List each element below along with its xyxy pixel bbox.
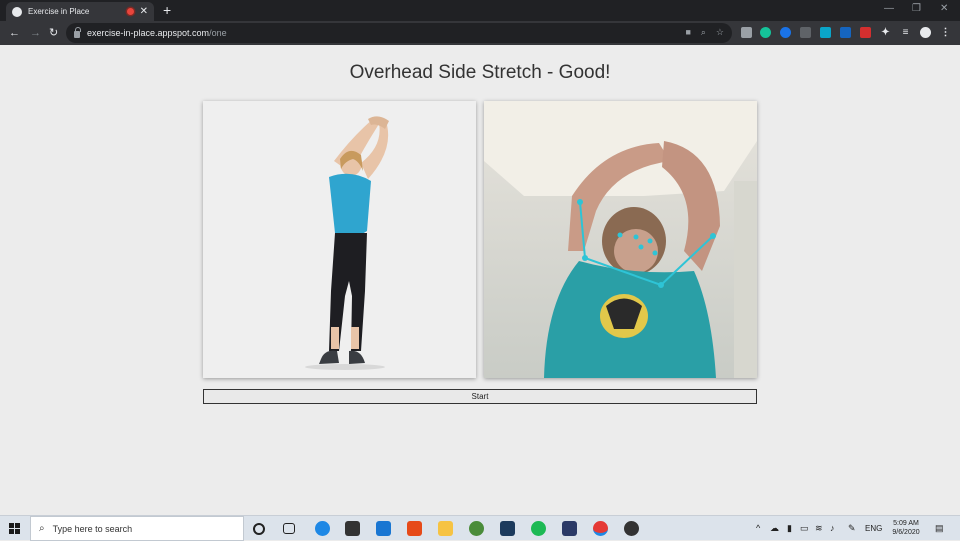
ext-icon[interactable] — [840, 27, 851, 38]
store-icon[interactable] — [345, 521, 360, 536]
globe-icon — [12, 6, 22, 17]
clock-date: 9/6/2020 — [892, 529, 920, 536]
windows-taskbar: ⌕ Type here to search ^ ☁ ▮ ▭ ≋ ♪ ✎ ENG … — [0, 515, 960, 541]
recording-icon — [126, 8, 134, 15]
language-indicator[interactable]: ENG — [865, 524, 882, 533]
clock-time: 5:09 AM — [893, 520, 919, 527]
photoshop-icon[interactable] — [562, 521, 577, 536]
pen-icon[interactable]: ✎ — [848, 523, 856, 534]
battery-icon[interactable]: ▭ — [800, 523, 809, 534]
close-window-icon[interactable]: ✕ — [940, 3, 948, 15]
tab-title: Exercise in Place — [28, 7, 90, 16]
grammarly-icon[interactable] — [760, 27, 771, 38]
notifications-icon[interactable]: ▤ — [935, 523, 944, 534]
taskbar-clock[interactable]: 5:09 AM 9/6/2020 — [882, 519, 930, 537]
ext-icon[interactable] — [820, 27, 831, 38]
usb-icon[interactable]: ▮ — [787, 523, 792, 534]
ext-icon[interactable] — [780, 27, 791, 38]
restore-icon[interactable]: ❐ — [912, 3, 921, 15]
zoom-icon[interactable]: ⌕ — [701, 27, 706, 38]
browser-toolbar: ← → ↻ exercise-in-place.appspot.com /one… — [0, 21, 960, 45]
webcam-feed — [484, 101, 757, 378]
media-icon[interactable]: ≡ — [900, 27, 911, 38]
browser-tabstrip: Exercise in Place ✕ + — ❐ ✕ — [0, 0, 960, 21]
obs-icon[interactable] — [624, 521, 639, 536]
address-bar[interactable]: exercise-in-place.appspot.com /one ■ ⌕ ☆ — [66, 23, 732, 43]
search-placeholder: Type here to search — [52, 523, 133, 534]
ext-icon[interactable] — [741, 27, 752, 38]
new-tab-button[interactable]: + — [163, 2, 171, 18]
office-icon[interactable] — [407, 521, 422, 536]
puzzle-icon[interactable]: ✦ — [880, 27, 891, 38]
lock-icon — [74, 26, 81, 38]
woman-stretching-image — [305, 116, 389, 370]
profile-icon[interactable] — [920, 27, 931, 38]
camera-icon[interactable]: ■ — [685, 27, 690, 38]
start-button[interactable]: Start — [203, 389, 757, 404]
url-path: /one — [209, 28, 227, 38]
app-icon[interactable] — [469, 521, 484, 536]
volume-icon[interactable]: ♪ — [830, 523, 835, 533]
menu-icon[interactable]: ⋮ — [940, 27, 951, 38]
back-button[interactable]: ← — [9, 26, 20, 40]
webcam-video — [484, 101, 757, 378]
spotify-icon[interactable] — [531, 521, 546, 536]
cortana-icon[interactable] — [253, 523, 265, 535]
chrome-icon[interactable] — [593, 521, 608, 536]
minimize-icon[interactable]: — — [884, 3, 894, 15]
search-icon: ⌕ — [39, 523, 45, 534]
mail-icon[interactable] — [376, 521, 391, 536]
taskbar-search-box[interactable]: ⌕ Type here to search — [30, 516, 244, 541]
wifi-icon[interactable]: ≋ — [815, 523, 823, 534]
browser-tab[interactable]: Exercise in Place ✕ — [6, 2, 154, 21]
task-view-icon[interactable] — [283, 523, 295, 534]
app-icon[interactable] — [500, 521, 515, 536]
tab-close-icon[interactable]: ✕ — [140, 6, 148, 17]
reload-button[interactable]: ↻ — [49, 26, 58, 40]
reference-pose-image — [203, 101, 476, 378]
windows-start-icon[interactable] — [9, 523, 20, 534]
show-hidden-icons[interactable]: ^ — [756, 523, 760, 533]
file-explorer-icon[interactable] — [438, 521, 453, 536]
ext-icon[interactable] — [800, 27, 811, 38]
url-host: exercise-in-place.appspot.com — [87, 28, 210, 38]
edge-icon[interactable] — [315, 521, 330, 536]
onedrive-icon[interactable]: ☁ — [770, 523, 779, 534]
page-title: Overhead Side Stretch - Good! — [349, 62, 611, 83]
bookmark-star-icon[interactable]: ☆ — [716, 27, 724, 38]
ext-icon[interactable] — [860, 27, 871, 38]
forward-button[interactable]: → — [30, 26, 41, 40]
